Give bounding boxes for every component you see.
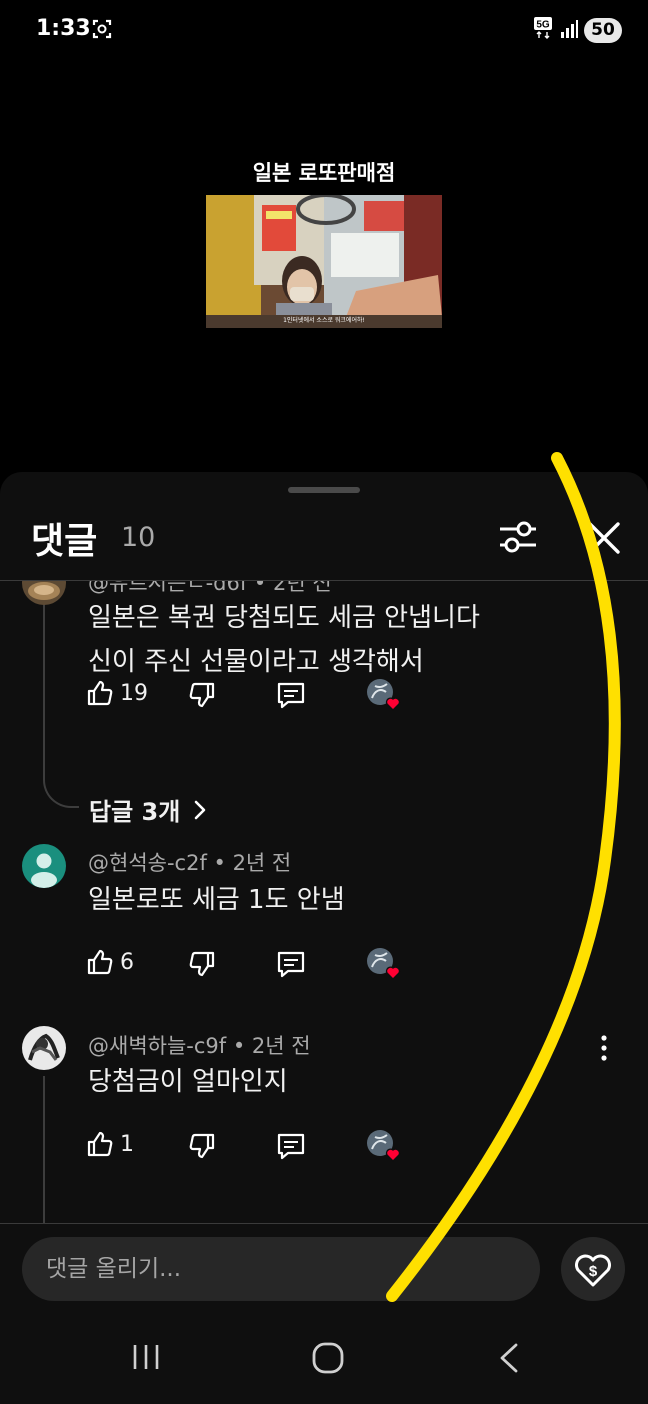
thread-line (43, 593, 45, 763)
super-thanks-button[interactable]: $ (561, 1237, 625, 1301)
like-button[interactable]: 6 (86, 945, 134, 979)
more-vert-icon[interactable] (593, 581, 615, 595)
like-count: 6 (120, 949, 134, 975)
reply-icon (277, 682, 305, 709)
input-divider (0, 1223, 648, 1224)
comments-list[interactable]: @유르시는ㄴ-d6f • 2년 전 일본은 복권 당첨되도 세금 안냅니다 신이… (0, 581, 648, 1223)
video-frame: 1인터넷에서 소스로 워크에어하! (206, 195, 442, 328)
svg-text:$: $ (589, 1263, 598, 1280)
comment-author[interactable]: @유르시는ㄴ-d6f • 2년 전 (88, 581, 332, 597)
view-replies-link[interactable]: 답글 3개 (89, 792, 210, 827)
thumbs-up-icon (87, 680, 113, 706)
navigation-bar (0, 1320, 648, 1404)
video-player[interactable]: 1인터넷에서 소스로 워크에어하! (206, 195, 442, 328)
like-count: 19 (120, 680, 148, 706)
video-title: 일본 로또판매점 (252, 161, 396, 185)
comment-text: 당첨금이 얼마인지 (88, 1067, 288, 1097)
avatar[interactable] (22, 1026, 66, 1070)
creator-heart-icon (367, 1130, 401, 1162)
thumbs-down-icon (189, 951, 215, 977)
creator-heart (366, 1129, 404, 1163)
thumbs-up-icon (87, 949, 113, 975)
comments-sheet: 댓글 10 @유르시는ㄴ-d6f • 2년 전 일본은 복권 당첨되도 세금 안… (0, 472, 648, 1404)
avatar[interactable] (22, 844, 66, 888)
home-icon[interactable] (311, 1341, 345, 1375)
more-vert-icon[interactable] (593, 1033, 615, 1063)
dislike-button[interactable] (188, 947, 216, 981)
heart-dollar-icon: $ (575, 1254, 611, 1287)
more-vert-icon[interactable] (593, 849, 615, 879)
network-label: 5G (536, 20, 550, 31)
status-time: 1:33 (36, 16, 91, 41)
5g-icon: 5G (534, 17, 552, 39)
dislike-button[interactable] (188, 1129, 216, 1163)
replies-label: 답글 3개 (89, 798, 181, 826)
thumbs-down-icon (189, 1133, 215, 1159)
creator-heart-icon (367, 679, 401, 711)
creator-heart (366, 947, 404, 981)
comment-author[interactable]: @새벽하늘-c9f • 2년 전 (88, 1030, 311, 1060)
reply-icon (277, 951, 305, 978)
status-bar: 1:33 5G 50 (0, 0, 648, 62)
reply-button[interactable] (276, 947, 306, 981)
like-count: 1 (120, 1131, 134, 1157)
like-button[interactable]: 1 (86, 1127, 134, 1161)
filter-icon[interactable] (498, 520, 538, 554)
avatar[interactable] (22, 581, 66, 605)
reply-button[interactable] (276, 678, 306, 712)
back-icon[interactable] (496, 1342, 522, 1374)
thumbs-down-icon (189, 682, 215, 708)
comment-input[interactable]: 댓글 올리기... (22, 1237, 540, 1301)
chevron-right-icon (194, 800, 206, 819)
thread-line (43, 1076, 45, 1223)
creator-heart-icon (367, 948, 401, 980)
thumbs-up-icon (87, 1131, 113, 1157)
comments-title: 댓글 (31, 521, 98, 562)
like-button[interactable]: 19 (86, 676, 148, 710)
thread-line (43, 759, 79, 808)
dislike-button[interactable] (188, 678, 216, 712)
creator-heart (366, 678, 404, 712)
battery-icon: 50 (584, 18, 622, 43)
comments-count: 10 (121, 522, 156, 553)
screen-record-icon (92, 19, 112, 39)
recents-icon[interactable] (131, 1342, 161, 1372)
comment-author[interactable]: @현석송-c2f • 2년 전 (88, 847, 291, 877)
comment-text: 일본은 복권 당첨되도 세금 안냅니다 (88, 603, 480, 633)
reply-button[interactable] (276, 1129, 306, 1163)
close-icon[interactable] (586, 520, 622, 556)
comment-text: 일본로또 세금 1도 안냄 (88, 885, 345, 915)
video-caption: 1인터넷에서 소스로 워크에어하! (283, 316, 365, 324)
drag-handle[interactable] (288, 487, 360, 493)
reply-icon (277, 1133, 305, 1160)
signal-icon (561, 20, 578, 38)
